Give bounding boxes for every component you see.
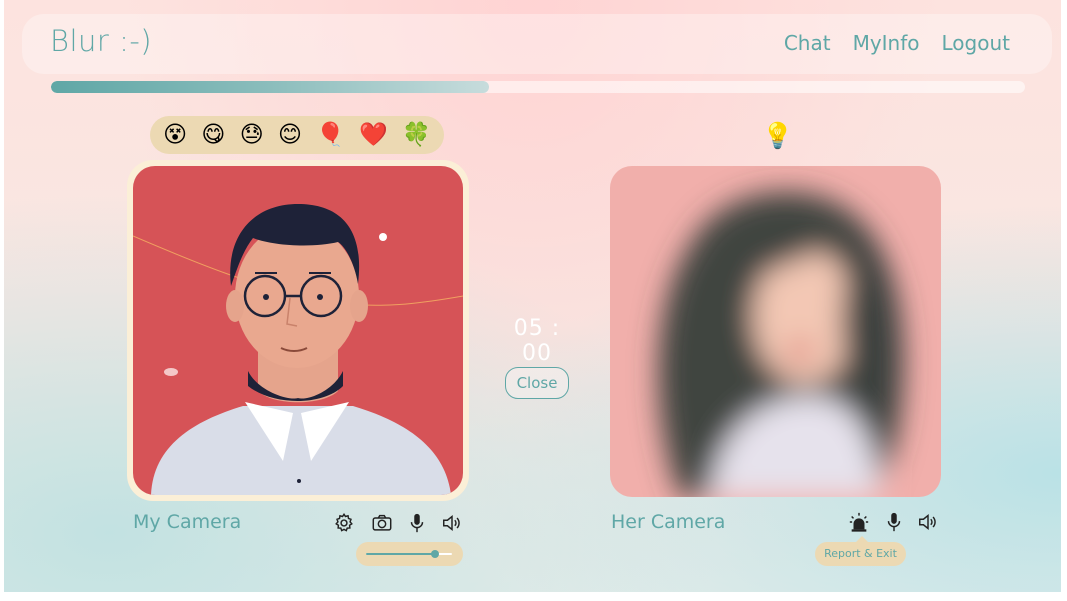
emoji-reaction-bar: 😵 😋 😓 😊 🎈 ❤️ 🍀 bbox=[150, 116, 444, 154]
navbar: Blur :-) Chat MyInfo Logout bbox=[22, 14, 1052, 74]
settings-icon[interactable] bbox=[333, 512, 355, 534]
volume-slider[interactable] bbox=[356, 542, 463, 566]
volume-thumb[interactable] bbox=[430, 550, 439, 558]
nav-chat-link[interactable]: Chat bbox=[784, 31, 831, 55]
session-progress-bar bbox=[51, 81, 1025, 93]
siren-icon[interactable] bbox=[848, 511, 870, 533]
volume-track[interactable] bbox=[366, 550, 452, 558]
camera-icon[interactable] bbox=[371, 512, 393, 534]
nav-links: Chat MyInfo Logout bbox=[784, 31, 1010, 55]
nav-logout-link[interactable]: Logout bbox=[942, 31, 1010, 55]
speaker-icon[interactable] bbox=[441, 512, 463, 534]
brand-logo[interactable]: Blur :-) bbox=[50, 24, 152, 58]
report-exit-tooltip[interactable]: Report & Exit bbox=[815, 536, 906, 566]
her-camera-video bbox=[610, 166, 941, 497]
microphone-icon[interactable] bbox=[406, 512, 428, 534]
yum-face-emoji[interactable]: 😋 bbox=[201, 123, 225, 147]
sweat-face-emoji[interactable]: 😓 bbox=[240, 123, 264, 147]
session-progress-fill bbox=[51, 81, 490, 93]
clover-emoji[interactable]: 🍀 bbox=[402, 123, 431, 147]
heart-emoji[interactable]: ❤️ bbox=[359, 123, 388, 147]
close-button[interactable]: Close bbox=[505, 367, 569, 399]
balloon-emoji[interactable]: 🎈 bbox=[316, 123, 345, 147]
my-camera-frame bbox=[127, 160, 469, 501]
smile-face-emoji[interactable]: 😊 bbox=[278, 123, 302, 147]
nav-myinfo-link[interactable]: MyInfo bbox=[853, 31, 920, 55]
speaker-icon[interactable] bbox=[917, 511, 939, 533]
volume-fill bbox=[366, 553, 435, 555]
call-timer: 05 : 00 bbox=[513, 316, 561, 366]
my-camera-video bbox=[133, 166, 463, 495]
her-camera-label: Her Camera bbox=[611, 511, 726, 533]
app-frame: Blur :-) Chat MyInfo Logout 😵 😋 😓 😊 🎈 ❤️… bbox=[4, 0, 1061, 592]
microphone-icon[interactable] bbox=[883, 511, 905, 533]
blurred-woman-video bbox=[658, 192, 904, 497]
my-camera-label: My Camera bbox=[133, 511, 242, 533]
lightbulb-icon[interactable]: 💡 bbox=[762, 121, 793, 151]
man-avatar-illustration bbox=[133, 204, 463, 495]
dizzy-face-emoji[interactable]: 😵 bbox=[163, 123, 187, 147]
